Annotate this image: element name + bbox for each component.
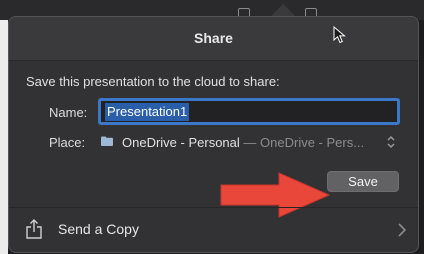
- chevron-right-icon[interactable]: [398, 223, 406, 237]
- popover-header: Share: [9, 17, 418, 61]
- mouse-pointer-icon: [333, 26, 346, 44]
- name-label: Name:: [49, 105, 88, 120]
- folder-icon: [101, 136, 113, 146]
- name-input[interactable]: Presentation1: [98, 98, 400, 125]
- place-separator: —: [243, 135, 257, 150]
- place-label: Place:: [49, 135, 86, 150]
- share-box-icon: [26, 219, 42, 239]
- place-path: OneDrive - Pers...: [260, 135, 365, 150]
- send-a-copy-row[interactable]: Send a Copy: [9, 208, 418, 252]
- place-select[interactable]: OneDrive - Personal — OneDrive - Pers...: [122, 135, 364, 150]
- popover-caret: [271, 4, 295, 16]
- place-folder-name: OneDrive - Personal: [122, 135, 240, 150]
- updown-chevron-icon[interactable]: [386, 134, 396, 150]
- share-prompt-text: Save this presentation to the cloud to s…: [26, 74, 280, 89]
- popover-title: Share: [194, 30, 233, 46]
- send-a-copy-label: Send a Copy: [58, 221, 139, 237]
- background-document-edge: [0, 20, 8, 254]
- save-button[interactable]: Save: [327, 171, 399, 192]
- share-popover: Share Save this presentation to the clou…: [8, 16, 419, 253]
- name-input-value[interactable]: Presentation1: [105, 103, 190, 121]
